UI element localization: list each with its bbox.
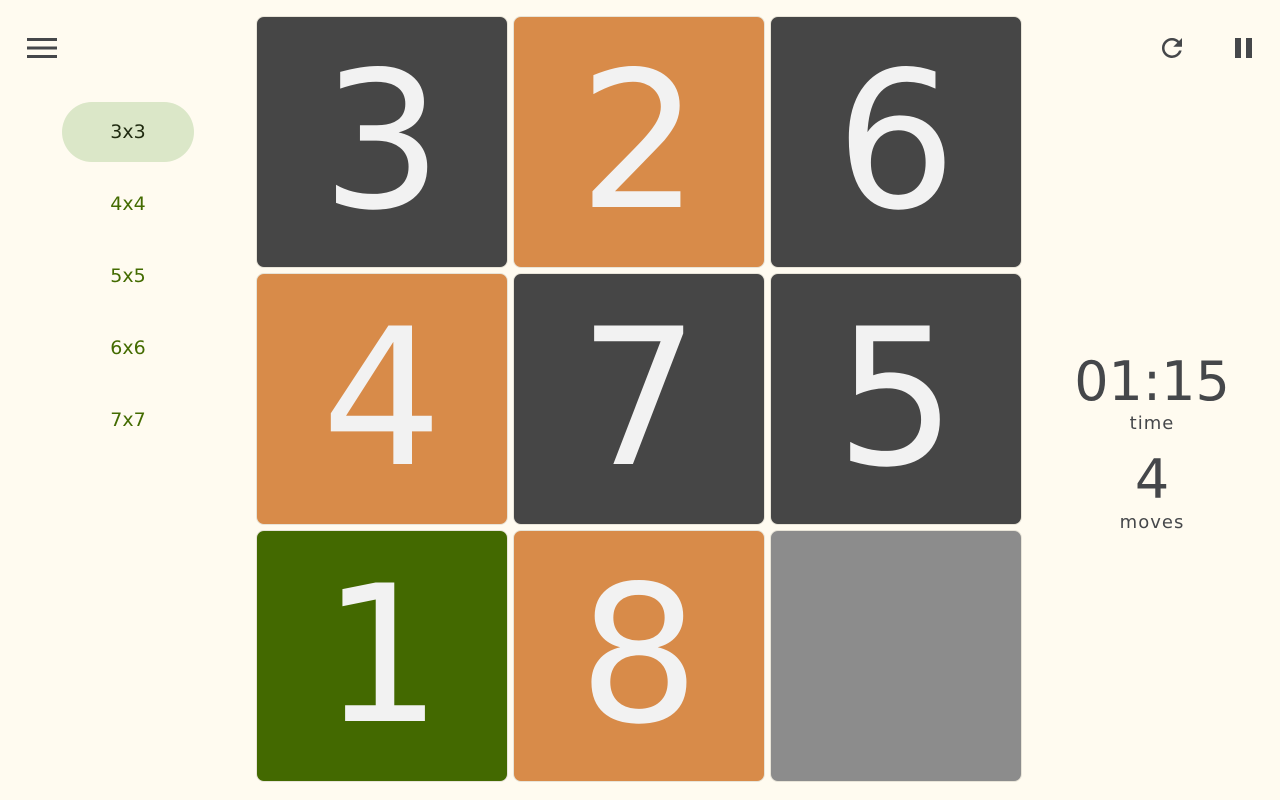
tile-number: 1	[321, 545, 443, 766]
size-option-label: 6x6	[110, 337, 146, 359]
timer-label: time	[1129, 413, 1175, 435]
empty-tile	[770, 530, 1022, 782]
tile-number: 8	[578, 545, 700, 766]
tile-number: 5	[835, 288, 957, 509]
restart-button[interactable]	[1148, 24, 1196, 72]
puzzle-tile[interactable]: 1	[256, 530, 508, 782]
game-screen: 3x3 4x4 5x5 6x6 7x7 3 2 6 4 7 5 1 8 01:1…	[0, 0, 1280, 800]
pause-button[interactable]	[1220, 24, 1268, 72]
menu-icon	[27, 38, 57, 58]
pause-icon	[1235, 38, 1252, 58]
puzzle-board: 3 2 6 4 7 5 1 8	[256, 16, 1024, 784]
size-option-3x3[interactable]: 3x3	[62, 102, 194, 162]
size-option-label: 3x3	[110, 121, 146, 143]
puzzle-tile[interactable]: 2	[513, 16, 765, 268]
tile-number: 6	[835, 31, 957, 252]
top-actions	[1148, 24, 1268, 72]
tile-number: 2	[578, 31, 700, 252]
size-option-6x6[interactable]: 6x6	[62, 318, 194, 378]
tile-number: 3	[321, 31, 443, 252]
refresh-icon	[1161, 37, 1182, 58]
tile-number: 7	[578, 288, 700, 509]
size-option-7x7[interactable]: 7x7	[62, 390, 194, 450]
moves-label: moves	[1119, 511, 1185, 533]
puzzle-tile[interactable]: 7	[513, 273, 765, 525]
puzzle-tile[interactable]: 4	[256, 273, 508, 525]
puzzle-tile[interactable]: 5	[770, 273, 1022, 525]
timer-value: 01:15	[1074, 350, 1230, 413]
size-option-label: 4x4	[110, 193, 146, 215]
puzzle-tile[interactable]: 8	[513, 530, 765, 782]
stats-panel: 01:15 time 4 moves	[1052, 352, 1252, 549]
grid-size-list: 3x3 4x4 5x5 6x6 7x7	[62, 102, 194, 462]
moves-value: 4	[1134, 448, 1170, 512]
puzzle-tile[interactable]: 6	[770, 16, 1022, 268]
menu-button[interactable]	[18, 24, 66, 72]
tile-number: 4	[321, 288, 443, 509]
size-option-label: 5x5	[110, 265, 146, 287]
size-option-label: 7x7	[110, 409, 146, 431]
size-option-5x5[interactable]: 5x5	[62, 246, 194, 306]
puzzle-tile[interactable]: 3	[256, 16, 508, 268]
size-option-4x4[interactable]: 4x4	[62, 174, 194, 234]
